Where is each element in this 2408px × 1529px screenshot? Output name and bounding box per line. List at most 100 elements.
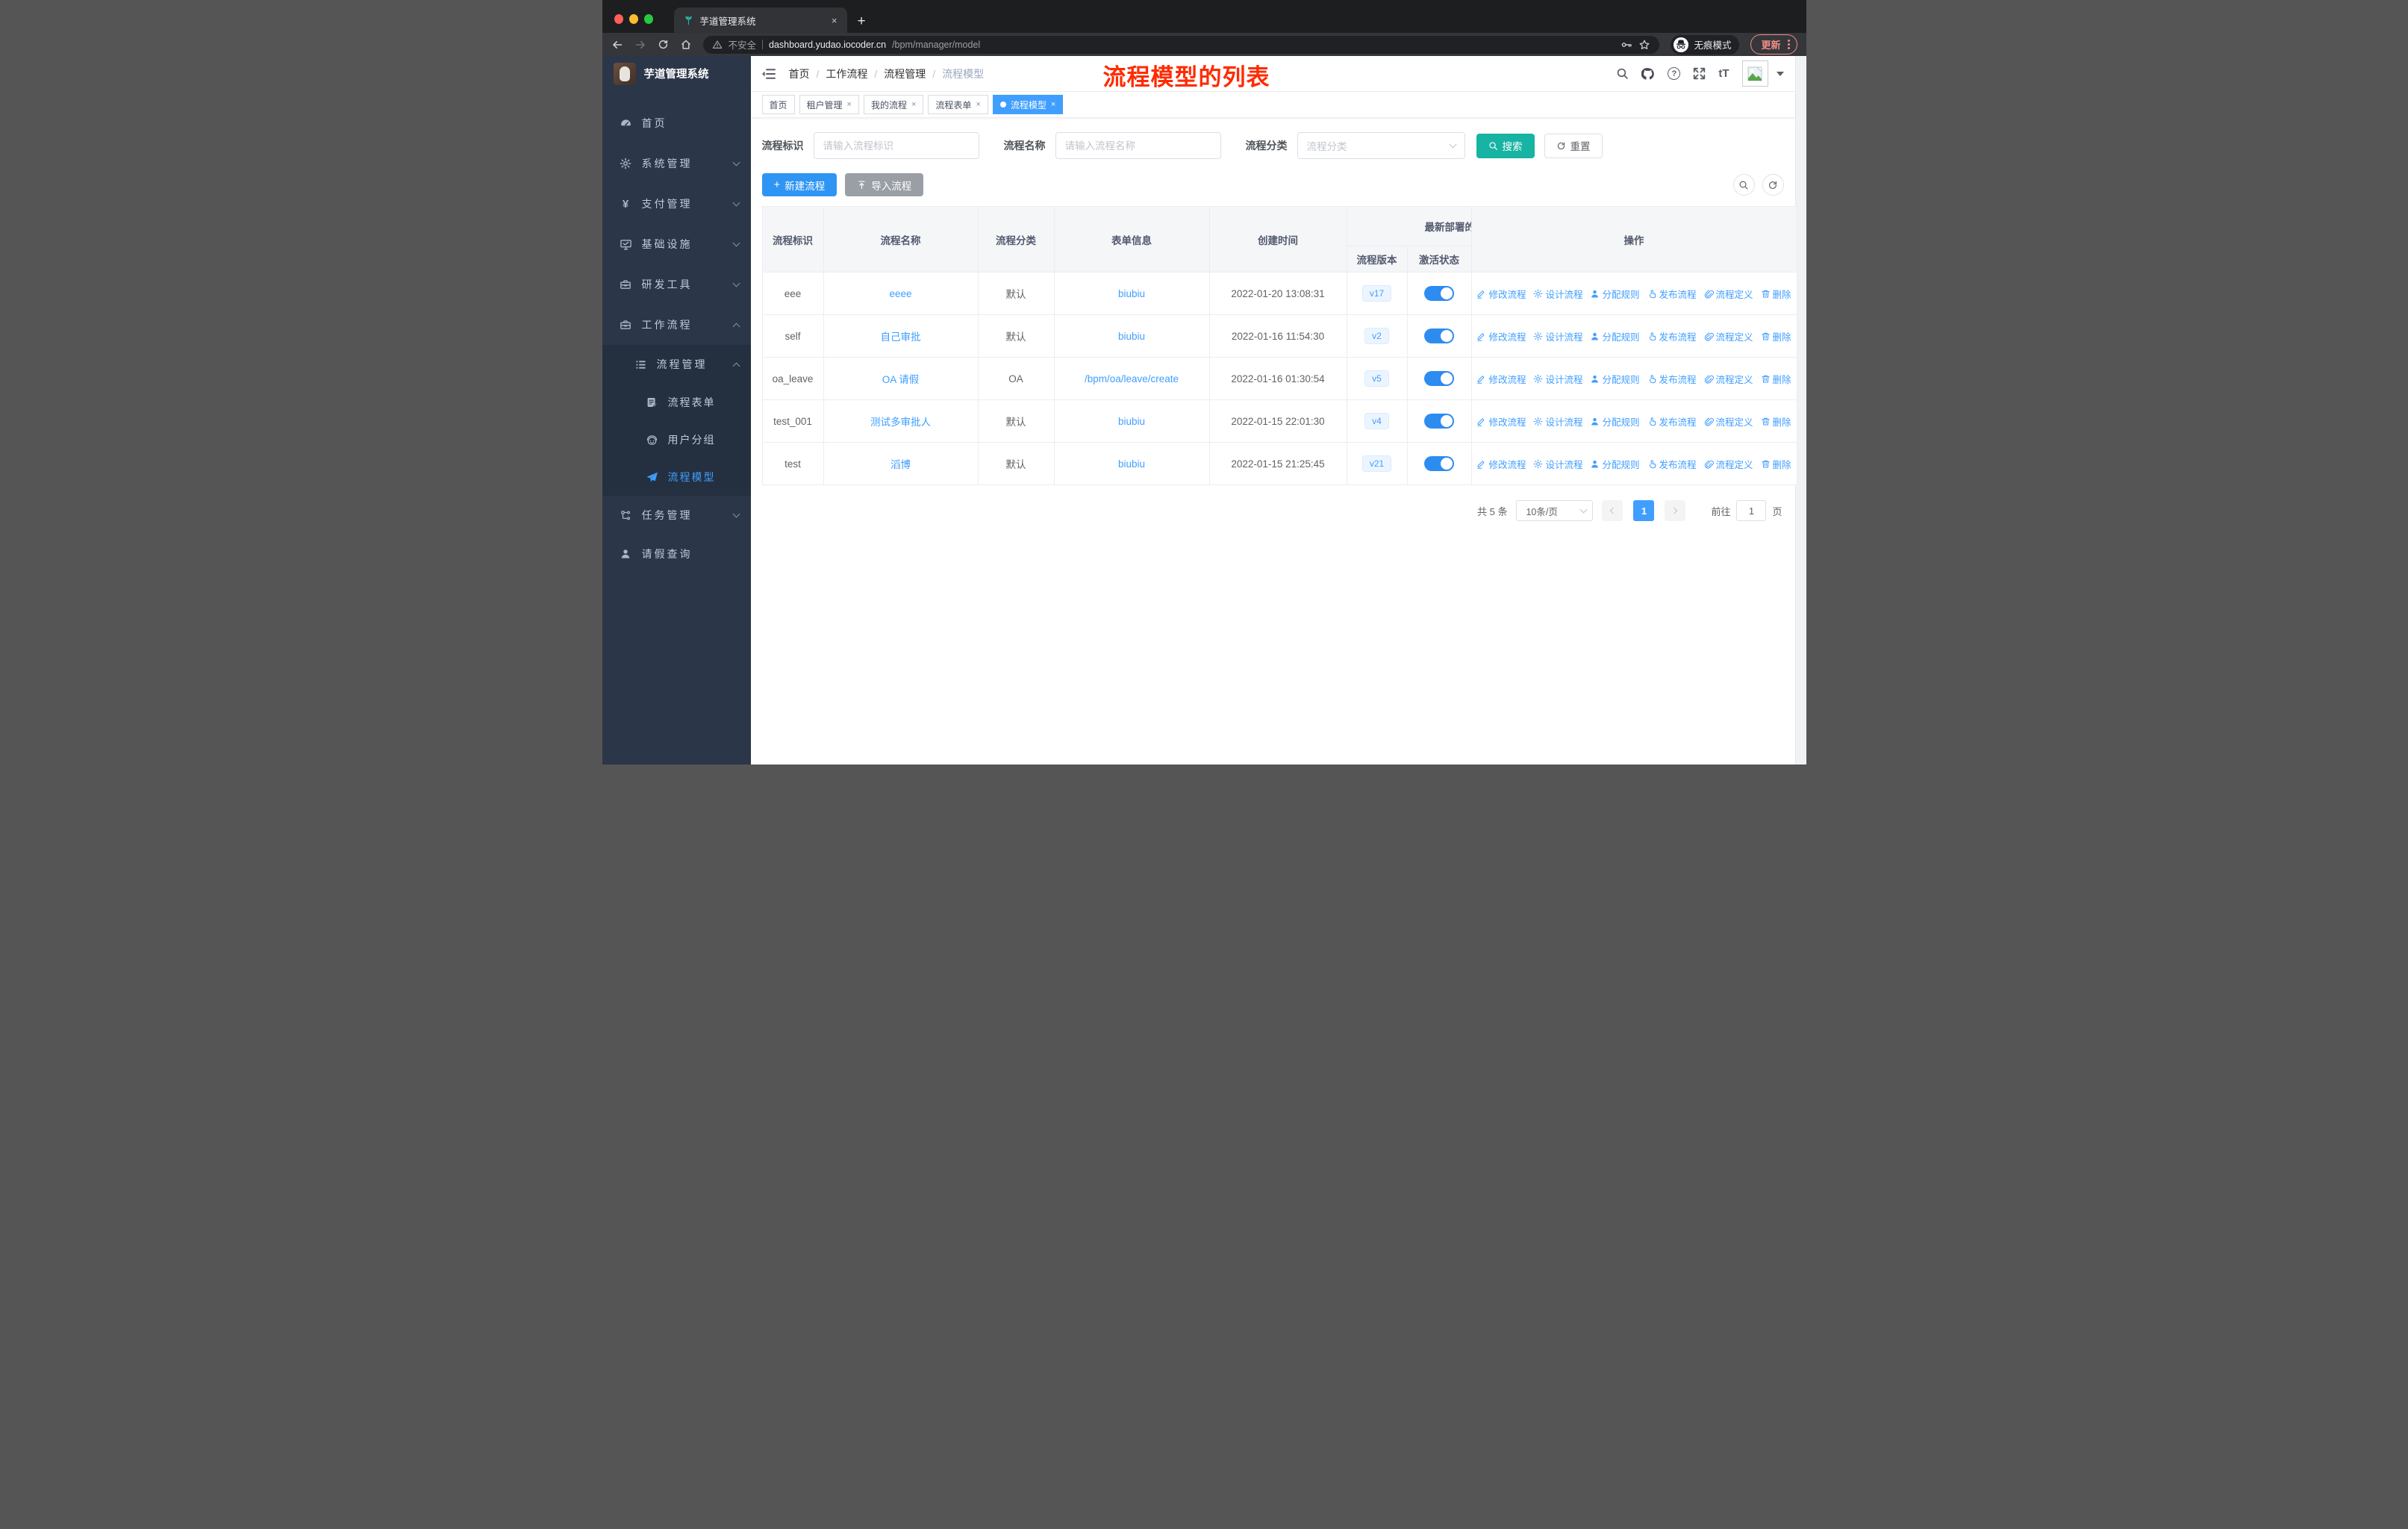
- avatar-caret-icon[interactable]: [1776, 71, 1784, 76]
- tag-close-icon[interactable]: ×: [911, 100, 916, 109]
- action-definition-link[interactable]: 流程定义: [1704, 329, 1753, 343]
- model-name-link[interactable]: 自己审批: [881, 331, 921, 343]
- browser-tab[interactable]: 芋道管理系统 ×: [673, 7, 847, 33]
- goto-page-input[interactable]: [1736, 500, 1767, 521]
- sidebar-item-user-group[interactable]: 用户分组: [602, 421, 751, 458]
- browser-update-button[interactable]: 更新: [1750, 34, 1797, 55]
- tag-close-icon[interactable]: ×: [976, 100, 980, 109]
- action-edit-link[interactable]: 修改流程: [1476, 414, 1526, 429]
- action-assign-link[interactable]: 分配规则: [1590, 414, 1640, 429]
- sidebar-item-home[interactable]: 首页: [602, 103, 751, 143]
- action-edit-link[interactable]: 修改流程: [1476, 287, 1526, 301]
- action-publish-link[interactable]: 发布流程: [1647, 372, 1697, 386]
- import-process-button[interactable]: 导入流程: [845, 173, 924, 196]
- search-button[interactable]: 搜索: [1476, 133, 1535, 158]
- action-edit-link[interactable]: 修改流程: [1476, 457, 1526, 471]
- action-design-link[interactable]: 设计流程: [1533, 414, 1582, 429]
- model-form-link[interactable]: /bpm/oa/leave/create: [1085, 373, 1179, 384]
- action-assign-link[interactable]: 分配规则: [1590, 457, 1640, 471]
- maximize-window-icon[interactable]: [643, 14, 653, 24]
- action-design-link[interactable]: 设计流程: [1533, 372, 1582, 386]
- tag-process-model[interactable]: 流程模型 ×: [992, 95, 1064, 114]
- github-icon[interactable]: [1641, 67, 1655, 81]
- key-icon[interactable]: [1621, 39, 1632, 51]
- font-size-icon[interactable]: tT: [1718, 67, 1729, 80]
- prev-page-button[interactable]: [1602, 500, 1623, 521]
- active-toggle[interactable]: [1424, 286, 1454, 301]
- back-icon[interactable]: [611, 39, 623, 51]
- action-definition-link[interactable]: 流程定义: [1704, 287, 1753, 301]
- active-toggle[interactable]: [1424, 371, 1454, 386]
- model-form-link[interactable]: biubiu: [1118, 331, 1145, 342]
- action-publish-link[interactable]: 发布流程: [1647, 414, 1697, 429]
- breadcrumb-home[interactable]: 首页: [789, 66, 810, 81]
- sidebar-item-process-model[interactable]: 流程模型: [602, 458, 751, 496]
- avatar[interactable]: [1741, 60, 1768, 87]
- tag-tenant[interactable]: 租户管理 ×: [799, 95, 859, 114]
- sidebar-item-workflow[interactable]: 工作流程: [602, 305, 751, 345]
- tag-close-icon[interactable]: ×: [1051, 100, 1055, 109]
- model-name-link[interactable]: 滔博: [890, 459, 911, 470]
- active-toggle[interactable]: [1424, 414, 1454, 429]
- action-delete-link[interactable]: 删除: [1761, 287, 1791, 301]
- action-definition-link[interactable]: 流程定义: [1704, 414, 1753, 429]
- action-assign-link[interactable]: 分配规则: [1590, 287, 1640, 301]
- action-publish-link[interactable]: 发布流程: [1647, 329, 1697, 343]
- action-design-link[interactable]: 设计流程: [1533, 457, 1582, 471]
- address-bar[interactable]: 不安全 dashboard.yudao.iocoder.cn/bpm/manag…: [702, 35, 1660, 54]
- collapse-sidebar-icon[interactable]: [761, 68, 776, 80]
- security-label[interactable]: 不安全: [729, 37, 757, 52]
- close-window-icon[interactable]: [614, 14, 623, 24]
- reset-button[interactable]: 重置: [1544, 133, 1603, 158]
- tag-process-form[interactable]: 流程表单 ×: [928, 95, 988, 114]
- active-toggle[interactable]: [1424, 456, 1454, 471]
- reload-icon[interactable]: [658, 39, 669, 50]
- model-form-link[interactable]: biubiu: [1118, 458, 1145, 470]
- model-form-link[interactable]: biubiu: [1118, 288, 1145, 299]
- model-form-link[interactable]: biubiu: [1118, 416, 1145, 427]
- action-delete-link[interactable]: 删除: [1761, 329, 1791, 343]
- refresh-table-icon[interactable]: [1762, 174, 1784, 196]
- tag-home[interactable]: 首页: [761, 95, 795, 114]
- window-controls[interactable]: [602, 14, 667, 33]
- process-category-select[interactable]: 流程分类: [1297, 132, 1465, 159]
- tab-close-icon[interactable]: ×: [829, 15, 840, 26]
- forward-icon[interactable]: [634, 39, 646, 51]
- sidebar-item-devtools[interactable]: 研发工具: [602, 264, 751, 305]
- action-definition-link[interactable]: 流程定义: [1704, 457, 1753, 471]
- action-design-link[interactable]: 设计流程: [1533, 329, 1582, 343]
- menu-dots-icon[interactable]: [1787, 40, 1790, 49]
- action-assign-link[interactable]: 分配规则: [1590, 372, 1640, 386]
- tag-close-icon[interactable]: ×: [847, 100, 852, 109]
- new-tab-icon[interactable]: +: [858, 14, 866, 28]
- page-number-1[interactable]: 1: [1633, 500, 1655, 521]
- page-size-select[interactable]: 10条/页: [1516, 500, 1594, 521]
- action-delete-link[interactable]: 删除: [1761, 372, 1791, 386]
- process-key-input[interactable]: [813, 132, 979, 159]
- next-page-button[interactable]: [1665, 500, 1686, 521]
- bookmark-star-icon[interactable]: [1638, 39, 1650, 51]
- fullscreen-icon[interactable]: [1693, 67, 1706, 80]
- action-publish-link[interactable]: 发布流程: [1647, 287, 1697, 301]
- logo[interactable]: 芋道管理系统: [602, 56, 751, 91]
- sidebar-item-process-form[interactable]: 流程表单: [602, 384, 751, 421]
- help-icon[interactable]: ?: [1668, 67, 1681, 80]
- sidebar-item-process-mgmt[interactable]: 流程管理: [602, 345, 751, 384]
- create-process-button[interactable]: + 新建流程: [761, 173, 838, 196]
- breadcrumb-process-mgmt[interactable]: 流程管理: [884, 66, 926, 81]
- home-icon[interactable]: [680, 39, 692, 51]
- active-toggle[interactable]: [1424, 328, 1454, 343]
- action-delete-link[interactable]: 删除: [1761, 414, 1791, 429]
- update-label[interactable]: 更新: [1761, 37, 1780, 52]
- sidebar-item-leave-query[interactable]: 请假查询: [602, 535, 751, 573]
- sidebar-item-task-mgmt[interactable]: 任务管理: [602, 496, 751, 535]
- action-design-link[interactable]: 设计流程: [1533, 287, 1582, 301]
- breadcrumb-workflow[interactable]: 工作流程: [826, 66, 867, 81]
- sidebar-item-payment[interactable]: ¥ 支付管理: [602, 184, 751, 224]
- model-name-link[interactable]: eeee: [889, 288, 911, 299]
- action-publish-link[interactable]: 发布流程: [1647, 457, 1697, 471]
- action-delete-link[interactable]: 删除: [1761, 457, 1791, 471]
- action-definition-link[interactable]: 流程定义: [1704, 372, 1753, 386]
- model-name-link[interactable]: OA 请假: [882, 374, 920, 385]
- action-assign-link[interactable]: 分配规则: [1590, 329, 1640, 343]
